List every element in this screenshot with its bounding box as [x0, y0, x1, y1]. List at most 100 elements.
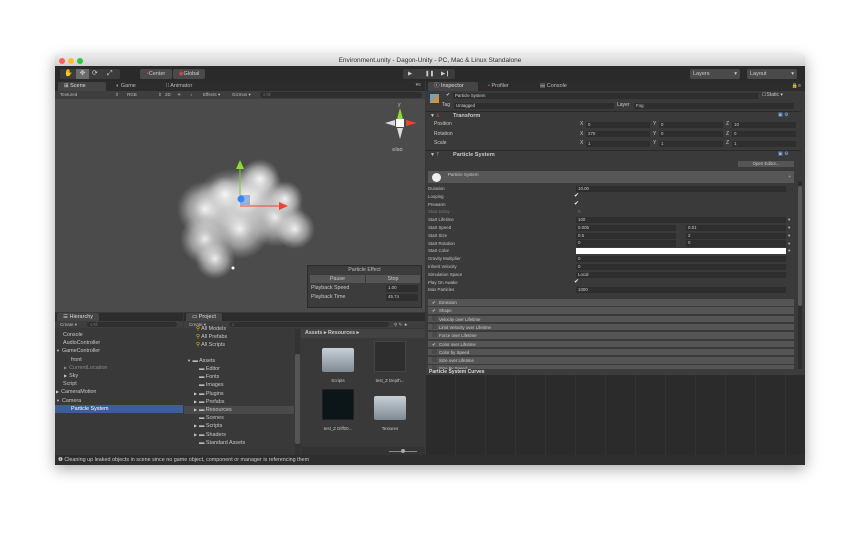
layers-dropdown[interactable]: Layers ▾ — [690, 68, 740, 79]
module-row[interactable]: Limit Velocity over Lifetime — [428, 323, 794, 332]
render-mode-dropdown[interactable]: RGB — [127, 91, 137, 98]
playback-speed-field[interactable]: 1.00 — [386, 285, 418, 292]
audio-toggle-icon[interactable]: ♪ — [190, 91, 192, 98]
folder-item[interactable]: ▬ Fonts — [184, 373, 294, 381]
inspector-scrollbar[interactable] — [798, 181, 802, 371]
pivot-toggle[interactable]: ▪Center — [140, 68, 172, 79]
lighting-toggle-icon[interactable]: ☀ — [177, 91, 181, 98]
transform-rotation-y-field[interactable]: 0 — [659, 131, 723, 138]
zoom-button[interactable] — [77, 57, 83, 64]
layout-dropdown[interactable]: Layout ▾ — [747, 68, 797, 79]
module-checkbox[interactable]: ✔ — [432, 307, 437, 313]
hierarchy-item[interactable]: ▼ GameController — [55, 347, 183, 355]
module-row[interactable]: Size over Lifetime — [428, 357, 794, 365]
effects-dropdown[interactable]: Effects ▾ — [203, 91, 220, 98]
hierarchy-item[interactable]: Script — [55, 380, 183, 388]
hierarchy-item[interactable]: front — [55, 356, 183, 364]
panel-menu-icon[interactable]: ▾≡ — [416, 82, 421, 88]
lock-icon[interactable]: 🔒≡ — [792, 83, 801, 89]
layer-dropdown[interactable]: Fog — [634, 102, 794, 109]
scene-search-input[interactable]: ⌕All — [260, 92, 422, 98]
property-value-field[interactable]: 0.5 — [576, 232, 676, 239]
tab-animator[interactable]: ⁞⁞ Animator — [160, 82, 198, 91]
scene-view[interactable]: y ≡Iso Particle Effect Pause Stop Playba… — [55, 99, 425, 312]
curve-mode-dropdown-icon[interactable]: ▾ — [788, 216, 790, 224]
scale-tool-icon[interactable]: ⤢ — [107, 69, 113, 79]
move-tool-icon[interactable]: ✥ — [76, 68, 89, 79]
transform-position-y-field[interactable]: 0 — [659, 121, 723, 128]
static-toggle[interactable]: ☐Static ▾ — [762, 92, 783, 98]
playback-time-field[interactable]: 45.74 — [386, 294, 418, 301]
folder-tree-scrollbar[interactable] — [295, 329, 300, 455]
asset-item[interactable]: test_Z Depth... — [368, 341, 412, 387]
particle-system-main-module[interactable]: Particle System + — [428, 171, 794, 183]
property-value-field[interactable]: 0 — [576, 263, 786, 271]
hierarchy-item[interactable]: Console — [55, 331, 183, 339]
component-settings-icon[interactable]: ▣ ⚙ — [778, 151, 789, 157]
folder-item[interactable]: ▶ ▬ Resources — [184, 406, 294, 415]
transform-position-x-field[interactable]: 0 — [586, 121, 650, 128]
hierarchy-search-input[interactable]: ⌕All — [87, 322, 177, 327]
start-color-swatch[interactable] — [576, 248, 786, 254]
property-value-field[interactable]: 10.00 — [576, 185, 786, 193]
hierarchy-item[interactable]: ▶ CameraMotion — [55, 388, 183, 396]
module-row[interactable]: ✔ Color over Lifetime — [428, 340, 794, 349]
transform-scale-z-field[interactable]: 1 — [732, 140, 796, 147]
property-value-field[interactable]: 1000 — [576, 287, 786, 294]
minimize-button[interactable] — [68, 57, 74, 64]
property-value-field[interactable]: 0 — [576, 209, 786, 215]
favorite-item[interactable]: ⚲ All Models — [196, 325, 226, 333]
module-checkbox[interactable] — [432, 323, 437, 329]
property-checkbox[interactable]: ✔ — [574, 193, 579, 201]
pause-icon[interactable]: ❚❚ — [425, 69, 434, 79]
property-value-field[interactable]: 0 — [576, 240, 676, 247]
expand-arrow-icon[interactable]: ▼ — [56, 398, 60, 403]
asset-size-slider[interactable] — [301, 447, 425, 455]
close-button[interactable] — [59, 57, 65, 64]
step-icon[interactable]: ▶❙ — [441, 69, 450, 79]
assets-root[interactable]: ▼ ▬ Assets — [187, 357, 215, 365]
property-value-field[interactable]: 100 — [576, 216, 786, 224]
transform-scale-y-field[interactable]: 1 — [659, 140, 723, 147]
module-checkbox[interactable]: ✔ — [432, 299, 437, 305]
curve-mode-dropdown-icon[interactable]: ▾ — [788, 240, 790, 248]
module-checkbox[interactable] — [432, 332, 437, 338]
property-value-field-max[interactable]: 0.01 — [686, 224, 786, 232]
folder-item[interactable]: ▶ ▬ Scripts — [184, 422, 294, 430]
asset-item[interactable]: Scripts — [316, 341, 360, 387]
transform-scale-x-field[interactable]: 1 — [586, 140, 650, 147]
play-icon[interactable]: ▶ — [408, 69, 412, 79]
folder-item[interactable]: ▶ ▬ Prefabs — [184, 398, 294, 406]
active-checkbox[interactable]: ✔ — [446, 92, 450, 98]
hierarchy-item[interactable]: Particle System — [55, 404, 183, 413]
property-value-field-max[interactable]: 2 — [686, 232, 786, 239]
rotate-tool-icon[interactable]: ⟳ — [92, 69, 98, 79]
module-row[interactable]: ✔ Emission — [428, 299, 794, 307]
tag-dropdown[interactable]: Untagged — [454, 102, 614, 109]
hierarchy-item[interactable]: ▼ Camera — [55, 397, 183, 405]
curve-mode-dropdown-icon[interactable]: ▾ — [788, 224, 790, 232]
expand-arrow-icon[interactable]: ▶ — [64, 373, 67, 378]
pause-button[interactable]: Pause — [310, 275, 365, 283]
gizmos-dropdown[interactable]: Gizmos ▾ — [232, 91, 251, 98]
property-checkbox[interactable]: ✔ — [574, 279, 579, 287]
module-row[interactable]: Color by Speed — [428, 348, 794, 357]
tab-project[interactable]: ▭ Project — [186, 313, 222, 321]
particle-system-foldout[interactable]: ▼ ᛉ — [430, 152, 439, 158]
open-editor-button[interactable]: Open Editor... — [738, 161, 794, 167]
module-row[interactable]: ✔ Shape — [428, 307, 794, 315]
module-row[interactable]: Force over Lifetime — [428, 332, 794, 340]
expand-arrow-icon[interactable]: ▶ — [64, 365, 67, 370]
stop-button[interactable]: Stop — [366, 275, 420, 283]
curve-mode-dropdown-icon[interactable]: ▾ — [788, 247, 790, 255]
object-name-field[interactable]: Particle System — [453, 93, 758, 99]
asset-item[interactable]: Textures — [368, 389, 412, 435]
tab-console[interactable]: ▤ Console — [534, 82, 573, 91]
expand-arrow-icon[interactable]: ▼ — [187, 358, 191, 363]
folder-item[interactable]: ▶ ▬ Shaders — [184, 431, 294, 439]
hierarchy-item[interactable]: AudioController — [55, 339, 183, 347]
project-search-input[interactable]: ⌕ — [229, 322, 389, 327]
module-row[interactable]: Velocity over Lifetime — [428, 315, 794, 324]
hierarchy-item[interactable]: ▶ Sky — [55, 372, 183, 380]
module-checkbox[interactable] — [432, 357, 437, 363]
